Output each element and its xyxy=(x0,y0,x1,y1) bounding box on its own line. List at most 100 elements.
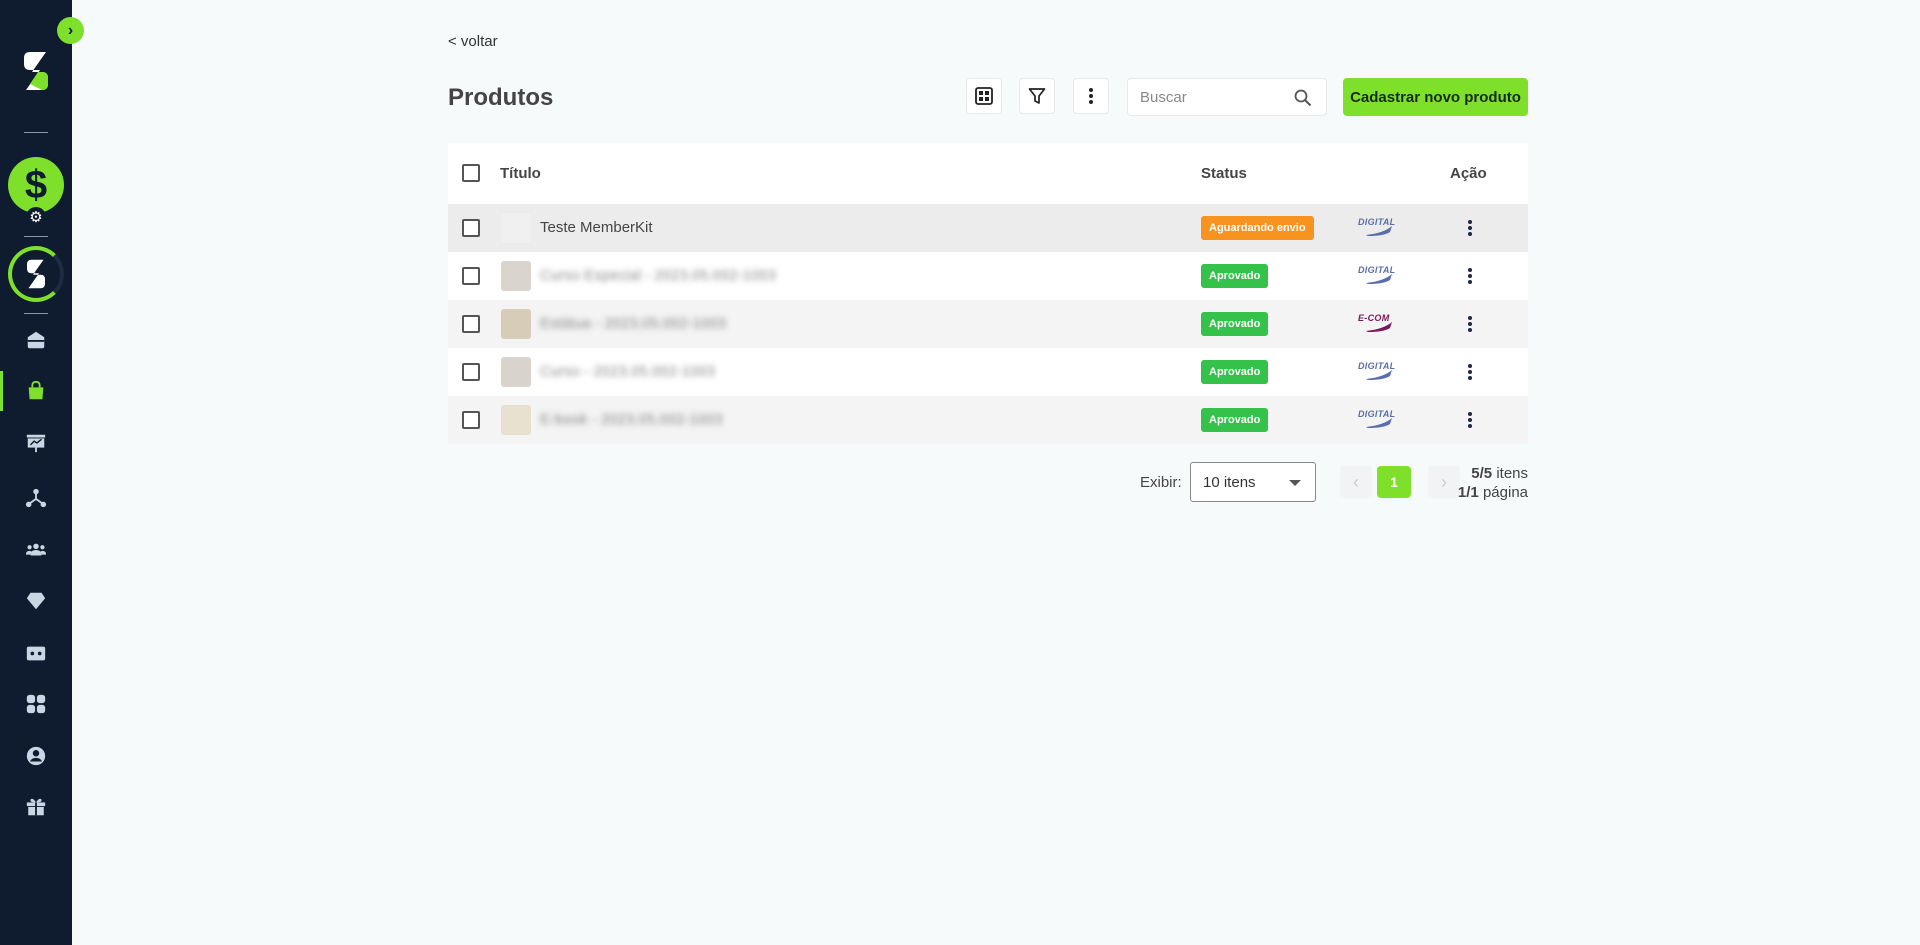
grid-view-icon xyxy=(975,87,993,105)
product-thumbnail xyxy=(501,405,531,435)
sidebar-item-gift[interactable] xyxy=(0,787,72,827)
wallet-icon xyxy=(26,646,46,661)
status-badge: Aprovado xyxy=(1201,264,1269,288)
sidebar: › $ ⚙ xyxy=(0,0,84,945)
product-type-logo: DIGITAL xyxy=(1358,217,1404,239)
per-page-select[interactable]: 10 itens xyxy=(1190,462,1316,502)
product-type-logo: DIGITAL xyxy=(1358,409,1404,431)
add-product-button[interactable]: Cadastrar novo produto xyxy=(1343,78,1528,116)
prev-page-button[interactable]: ‹ xyxy=(1340,466,1372,498)
products-bag-icon xyxy=(28,380,44,400)
more-vertical-icon xyxy=(1468,268,1472,284)
product-type-logo: E-COM xyxy=(1358,313,1404,335)
type-swoosh-icon xyxy=(1366,370,1392,380)
chevron-down-icon xyxy=(1289,480,1301,486)
search-input[interactable] xyxy=(1140,88,1290,106)
sidebar-item-diamond[interactable] xyxy=(0,581,72,621)
product-title[interactable]: Curso Especial - 2023.05.002-1003 xyxy=(540,267,776,284)
more-options-button[interactable] xyxy=(1073,78,1109,114)
status-badge: Aprovado xyxy=(1201,408,1269,432)
status-badge: Aprovado xyxy=(1201,312,1269,336)
type-swoosh-icon xyxy=(1366,274,1392,284)
product-title[interactable]: Curso - 2023.05.002-1003 xyxy=(540,363,715,380)
table-body: Teste MemberKit Aguardando envio DIGITAL… xyxy=(448,204,1528,444)
type-swoosh-icon xyxy=(1366,418,1392,428)
product-thumbnail xyxy=(501,213,531,243)
row-checkbox[interactable] xyxy=(462,219,480,237)
page-title: Produtos xyxy=(448,84,554,111)
select-all-checkbox[interactable] xyxy=(462,164,480,182)
more-vertical-icon xyxy=(1468,220,1472,236)
page-1-button[interactable]: 1 xyxy=(1377,466,1411,498)
grid-view-button[interactable] xyxy=(966,78,1002,114)
product-title[interactable]: Teste MemberKit xyxy=(540,219,653,236)
product-thumbnail xyxy=(501,309,531,339)
table-row[interactable]: E-book - 2023.05.002-1003 Aprovado DIGIT… xyxy=(448,396,1528,444)
account-icon xyxy=(26,746,46,766)
row-checkbox[interactable] xyxy=(462,363,480,381)
product-thumbnail xyxy=(501,357,531,387)
sidebar-item-users[interactable] xyxy=(0,530,72,570)
sidebar-divider xyxy=(24,313,48,314)
pages-count: 1/1 xyxy=(1457,484,1479,501)
row-actions-button[interactable] xyxy=(1458,312,1482,336)
sidebar-item-home[interactable] xyxy=(0,320,72,360)
row-actions-button[interactable] xyxy=(1458,408,1482,432)
pages-word: página xyxy=(1482,484,1528,501)
sidebar-divider xyxy=(24,132,48,133)
gift-icon xyxy=(26,798,46,816)
more-vertical-icon xyxy=(1468,364,1472,380)
pagination-bar: Exibir: 10 itens ‹ 1 › 5/5 itens 1/1 pág… xyxy=(448,462,1528,502)
search-box[interactable] xyxy=(1127,78,1327,116)
row-actions-button[interactable] xyxy=(1458,264,1482,288)
brand-logo-icon xyxy=(24,52,48,90)
home-icon xyxy=(27,331,45,349)
users-group-icon xyxy=(25,543,47,556)
row-checkbox[interactable] xyxy=(462,411,480,429)
table-row[interactable]: Curso Especial - 2023.05.002-1003 Aprova… xyxy=(448,252,1528,300)
table-row[interactable]: Estátua - 2023.05.002-1003 Aprovado E-CO… xyxy=(448,300,1528,348)
diamond-icon xyxy=(26,592,46,610)
per-page-value: 10 itens xyxy=(1203,473,1256,491)
finance-settings-gear-icon[interactable]: ⚙ xyxy=(26,207,46,227)
back-link[interactable]: < voltar xyxy=(448,33,498,50)
finance-dollar-icon[interactable]: $ xyxy=(8,157,64,213)
brand-progress-ring-icon[interactable] xyxy=(8,246,64,302)
sidebar-toggle-button[interactable]: › xyxy=(57,17,84,44)
sidebar-divider xyxy=(24,236,48,237)
status-badge: Aguardando envio xyxy=(1201,216,1314,240)
more-vertical-icon xyxy=(1089,88,1093,104)
sidebar-item-account[interactable] xyxy=(0,736,72,776)
type-swoosh-icon xyxy=(1366,322,1392,332)
status-badge: Aprovado xyxy=(1201,360,1269,384)
type-swoosh-icon xyxy=(1366,226,1392,236)
products-table: Título Status Ação Teste MemberKit Aguar… xyxy=(448,143,1528,444)
per-page-label: Exibir: xyxy=(1140,474,1182,491)
row-checkbox[interactable] xyxy=(462,267,480,285)
sidebar-item-products[interactable] xyxy=(0,371,72,411)
column-action-header: Ação xyxy=(1450,165,1487,182)
row-actions-button[interactable] xyxy=(1458,216,1482,240)
product-type-logo: DIGITAL xyxy=(1358,361,1404,383)
sidebar-item-affiliates[interactable] xyxy=(0,478,72,518)
search-icon[interactable] xyxy=(1294,89,1312,107)
sidebar-item-wallet[interactable] xyxy=(0,633,72,673)
sidebar-item-presentation[interactable] xyxy=(0,423,72,463)
product-title[interactable]: Estátua - 2023.05.002-1003 xyxy=(540,315,726,332)
row-actions-button[interactable] xyxy=(1458,360,1482,384)
product-thumbnail xyxy=(501,261,531,291)
column-title-header: Título xyxy=(500,165,541,182)
row-checkbox[interactable] xyxy=(462,315,480,333)
column-status-header: Status xyxy=(1201,165,1247,182)
table-row[interactable]: Teste MemberKit Aguardando envio DIGITAL xyxy=(448,204,1528,252)
more-vertical-icon xyxy=(1468,316,1472,332)
product-title[interactable]: E-book - 2023.05.002-1003 xyxy=(540,411,723,428)
table-row[interactable]: Curso - 2023.05.002-1003 Aprovado DIGITA… xyxy=(448,348,1528,396)
filter-icon xyxy=(1028,88,1046,104)
next-page-button[interactable]: › xyxy=(1428,466,1460,498)
filter-button[interactable] xyxy=(1019,78,1055,114)
items-count: 5/5 xyxy=(1471,465,1493,482)
table-header: Título Status Ação xyxy=(448,143,1528,204)
product-type-logo: DIGITAL xyxy=(1358,265,1404,287)
sidebar-item-apps[interactable] xyxy=(0,684,72,724)
